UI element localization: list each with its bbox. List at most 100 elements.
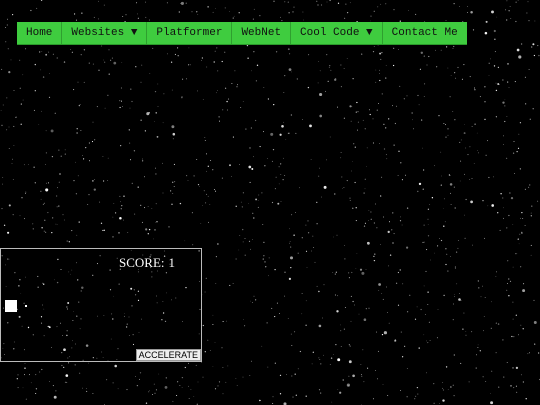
star	[128, 129, 130, 131]
star	[452, 48, 454, 50]
star	[75, 193, 78, 195]
star	[379, 69, 381, 71]
star	[38, 124, 40, 126]
nav-item-websites[interactable]: Websites ▼	[62, 22, 148, 44]
star	[330, 357, 333, 359]
nav-item-contact-me[interactable]: Contact Me	[383, 22, 467, 44]
star	[114, 212, 117, 214]
star	[443, 198, 445, 200]
star	[344, 17, 346, 19]
star	[212, 314, 214, 316]
star	[205, 202, 207, 204]
star	[122, 219, 124, 221]
star	[179, 202, 182, 205]
star	[297, 252, 299, 254]
star	[290, 246, 292, 248]
star	[373, 222, 375, 224]
star	[490, 58, 491, 60]
star	[358, 313, 360, 315]
star	[219, 120, 220, 122]
star	[272, 403, 274, 405]
star	[292, 396, 294, 398]
star	[60, 155, 62, 157]
star	[120, 201, 121, 203]
star	[35, 393, 37, 394]
star	[58, 205, 60, 207]
nav-item-cool-code[interactable]: Cool Code ▼	[291, 22, 383, 44]
star	[171, 125, 175, 129]
star	[266, 158, 268, 159]
star	[215, 256, 217, 258]
star	[1, 208, 3, 210]
star	[490, 327, 492, 329]
star	[154, 392, 156, 394]
star	[140, 119, 142, 121]
star	[41, 51, 43, 52]
star	[274, 268, 276, 271]
star	[497, 323, 500, 325]
star	[366, 147, 368, 149]
star	[445, 366, 448, 368]
star	[188, 64, 190, 66]
star	[528, 186, 530, 188]
star	[45, 164, 46, 165]
star	[394, 339, 396, 341]
star	[348, 360, 352, 364]
star	[484, 86, 486, 88]
accelerate-button[interactable]: ACCELERATE	[135, 349, 201, 361]
star	[184, 240, 186, 242]
star	[520, 43, 523, 45]
star	[94, 178, 96, 180]
star	[253, 51, 255, 53]
star	[207, 339, 209, 341]
star	[479, 96, 481, 98]
star	[162, 162, 163, 164]
star	[356, 253, 358, 254]
star	[428, 55, 430, 58]
star	[522, 381, 525, 383]
star	[196, 11, 198, 13]
star	[33, 109, 35, 111]
star	[5, 27, 7, 28]
star	[280, 16, 281, 18]
star	[474, 87, 475, 89]
star	[440, 239, 443, 242]
star	[283, 121, 285, 123]
star	[64, 381, 66, 383]
star	[13, 144, 15, 146]
star	[517, 238, 519, 240]
star	[504, 99, 506, 101]
star	[97, 18, 100, 20]
star	[362, 349, 364, 351]
star	[284, 74, 286, 77]
star	[506, 0, 508, 2]
star	[454, 296, 455, 298]
star	[33, 166, 35, 168]
game-canvas[interactable]: SCORE: 1 ACCELERATE	[0, 248, 202, 362]
star	[495, 89, 498, 92]
nav-item-platformer[interactable]: Platformer	[147, 22, 233, 44]
star	[94, 139, 96, 141]
star	[433, 382, 435, 385]
star	[156, 221, 158, 223]
nav-item-home[interactable]: Home	[17, 22, 63, 44]
star	[509, 6, 511, 7]
star	[514, 81, 516, 83]
star	[274, 188, 276, 190]
star	[222, 109, 224, 111]
star	[62, 214, 64, 216]
star	[310, 159, 312, 160]
star	[343, 117, 345, 119]
star	[512, 301, 514, 303]
star	[52, 385, 54, 387]
star	[513, 387, 515, 389]
star	[144, 130, 147, 132]
star	[387, 230, 390, 234]
star	[507, 81, 509, 83]
star	[48, 96, 51, 99]
star	[296, 78, 298, 80]
star	[45, 188, 49, 192]
star	[379, 143, 380, 144]
star	[248, 240, 251, 243]
nav-item-webnet[interactable]: WebNet	[232, 22, 292, 44]
